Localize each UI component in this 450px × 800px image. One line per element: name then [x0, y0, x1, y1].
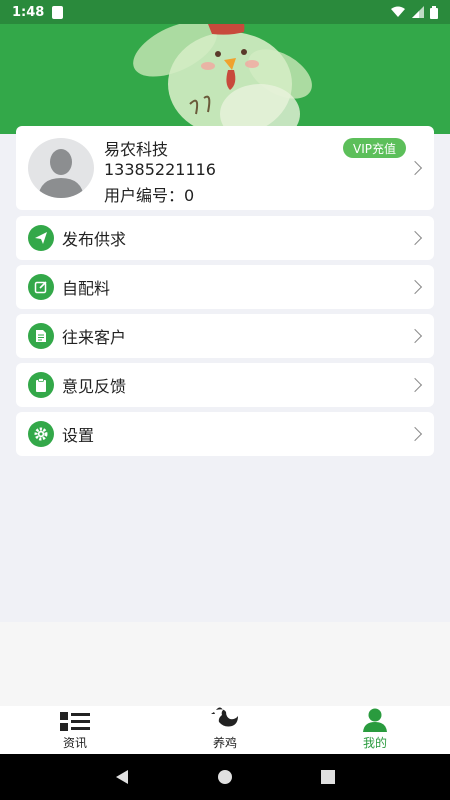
menu-item-feed-mix[interactable]: 自配料: [16, 265, 434, 309]
chevron-right-icon: [407, 377, 423, 393]
chicken-icon: [211, 707, 238, 727]
chicken-illustration: [133, 24, 312, 134]
document-icon: [28, 323, 54, 349]
menu-item-label: 自配料: [62, 279, 111, 298]
menu-item-feedback[interactable]: 意见反馈: [16, 363, 434, 407]
person-icon: [363, 708, 387, 732]
menu-item-label: 意见反馈: [62, 377, 127, 396]
menu-item-customers[interactable]: 往来客户: [16, 314, 434, 358]
menu-item-label: 发布供求: [62, 230, 127, 249]
status-icons: [390, 5, 438, 19]
tab-raising[interactable]: 养鸡: [150, 706, 300, 754]
menu-item-settings[interactable]: 设置: [16, 412, 434, 456]
menu-item-label: 往来客户: [62, 328, 127, 347]
clipboard-icon: [28, 372, 54, 398]
battery-icon: [430, 5, 438, 19]
menu-item-publish[interactable]: 发布供求: [16, 216, 434, 260]
menu-item-label: 设置: [62, 426, 95, 445]
recents-icon[interactable]: [320, 769, 336, 785]
profile-phone: 13385221116: [104, 160, 216, 179]
chevron-right-icon: [407, 279, 423, 295]
default-avatar-icon: [38, 149, 84, 198]
list-icon: [60, 712, 90, 731]
back-icon[interactable]: [114, 769, 130, 785]
tab-label: 我的: [362, 736, 387, 750]
paper-plane-icon: [28, 225, 54, 251]
profile-user-id: 用户编号：0: [104, 186, 195, 205]
chevron-right-icon: [407, 230, 423, 246]
chevron-right-icon: [407, 160, 423, 176]
header-banner: [0, 24, 450, 134]
system-nav-bar: [0, 754, 450, 800]
bottom-tab-bar: 资讯 养鸡 我的: [0, 706, 450, 754]
vip-recharge-button[interactable]: VIP充值: [343, 138, 406, 158]
profile-card[interactable]: 易农科技 13385221116 用户编号：0 VIP充值: [16, 126, 434, 210]
chevron-right-icon: [407, 328, 423, 344]
gear-icon: [28, 421, 54, 447]
status-time: 1:48: [12, 4, 45, 20]
empty-area: [0, 622, 450, 706]
wifi-icon: [391, 6, 405, 17]
chevron-right-icon: [407, 426, 423, 442]
edit-icon: [28, 274, 54, 300]
sd-card-icon: [52, 5, 64, 19]
avatar[interactable]: [28, 138, 94, 198]
signal-icon: [412, 6, 424, 18]
status-bar: 1:48: [0, 0, 450, 24]
home-icon[interactable]: [217, 769, 233, 785]
tab-mine[interactable]: 我的: [300, 706, 450, 754]
tab-label: 资讯: [62, 736, 87, 750]
tab-label: 养鸡: [212, 736, 237, 750]
tab-news[interactable]: 资讯: [0, 706, 150, 754]
profile-name: 易农科技: [104, 140, 169, 159]
